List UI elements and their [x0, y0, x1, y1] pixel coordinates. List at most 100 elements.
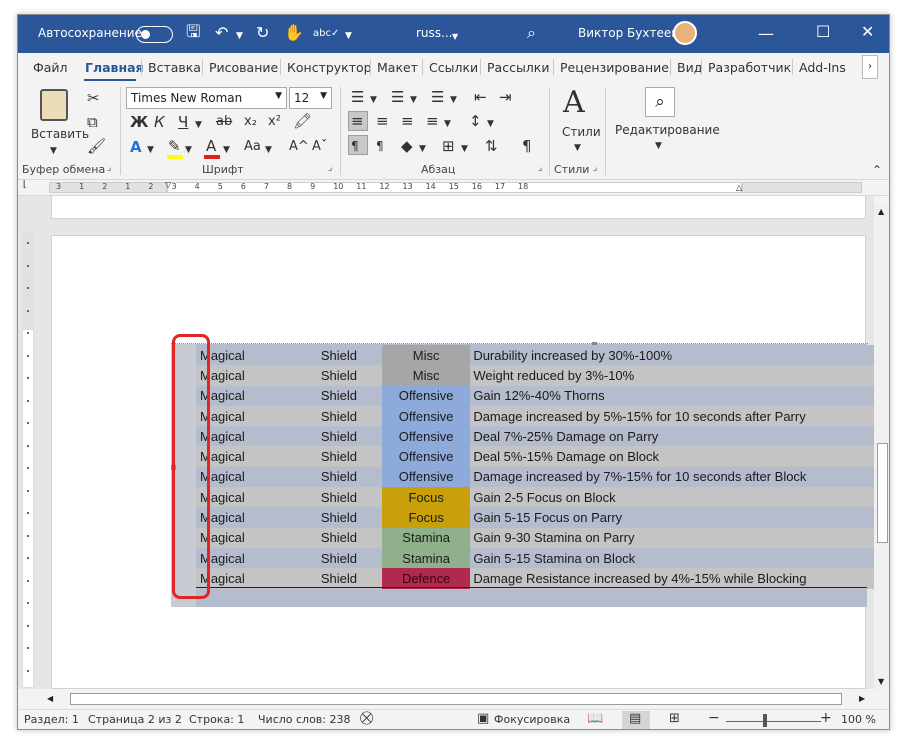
- editing-dropdown-icon[interactable]: ▼: [655, 137, 662, 155]
- undo-dropdown-icon[interactable]: ▼: [236, 27, 243, 45]
- superscript-button[interactable]: x²: [268, 113, 281, 131]
- tab-view[interactable]: Вид: [677, 60, 702, 75]
- tab-developer[interactable]: Разработчик: [708, 60, 791, 75]
- rtl-direction-icon[interactable]: ¶: [376, 137, 384, 155]
- customize-quick-access-icon[interactable]: ▼: [345, 27, 352, 45]
- format-painter-icon[interactable]: 🖌: [87, 137, 106, 155]
- cell-category[interactable]: Focus: [381, 487, 471, 508]
- cell-item[interactable]: Shield: [295, 487, 382, 508]
- table-row[interactable]: Magical Shield Defence Damage Resistance in…: [196, 568, 874, 589]
- scroll-right-icon[interactable]: ▶: [859, 694, 865, 703]
- focus-icon[interactable]: ▣: [477, 711, 489, 726]
- shrink-font-button[interactable]: Aˇ: [312, 138, 327, 156]
- subscript-button[interactable]: x₂: [244, 113, 257, 131]
- collapse-ribbon-icon[interactable]: ⌃: [872, 161, 882, 179]
- cell-type[interactable]: Magical: [196, 385, 296, 406]
- find-icon[interactable]: ⌕: [645, 87, 675, 117]
- cell-category[interactable]: Defence: [381, 568, 471, 589]
- redo-icon[interactable]: ↻: [256, 24, 269, 42]
- status-line[interactable]: Строка: 1: [189, 713, 244, 726]
- cell-type[interactable]: Magical: [196, 446, 296, 467]
- cell-category[interactable]: Offensive: [381, 466, 471, 488]
- tab-selector-icon[interactable]: ⌊: [23, 180, 27, 190]
- cell-type[interactable]: Magical: [196, 487, 296, 508]
- close-icon[interactable]: ✕: [861, 23, 874, 41]
- cell-type[interactable]: Magical: [196, 568, 296, 589]
- vertical-ruler[interactable]: [22, 233, 34, 688]
- cell-type[interactable]: Magical: [196, 365, 296, 386]
- horizontal-scroll-thumb[interactable]: [70, 693, 842, 705]
- cell-description[interactable]: Weight reduced by 3%-10%: [470, 365, 874, 386]
- tab-addins[interactable]: Add-Ins: [799, 60, 846, 75]
- document-name[interactable]: russ...: [416, 26, 453, 40]
- touch-mode-icon[interactable]: ✋: [284, 24, 304, 42]
- multilevel-dropdown-icon[interactable]: ▼: [450, 91, 457, 109]
- status-page[interactable]: Страница 2 из 2: [88, 713, 182, 726]
- change-case-button[interactable]: Aa: [244, 138, 261, 156]
- cell-item[interactable]: Shield: [295, 446, 382, 467]
- align-right-icon[interactable]: ≡: [401, 112, 414, 130]
- borders-icon[interactable]: ⊞: [442, 137, 455, 155]
- status-section[interactable]: Раздел: 1: [24, 713, 79, 726]
- save-icon[interactable]: 🖫: [186, 23, 200, 41]
- paste-icon[interactable]: [40, 89, 68, 121]
- show-marks-icon[interactable]: ¶: [522, 137, 532, 155]
- justify-icon[interactable]: ≡: [426, 112, 439, 130]
- cell-item[interactable]: Shield: [295, 527, 382, 548]
- shield-table[interactable]: Magical Shield Misc Durability increased by…: [196, 345, 874, 589]
- minimize-icon[interactable]: —: [758, 25, 774, 43]
- paste-dropdown-icon[interactable]: ▼: [50, 142, 57, 160]
- sort-icon[interactable]: ⇅: [485, 137, 498, 155]
- cell-category[interactable]: Offensive: [381, 405, 471, 427]
- cell-category[interactable]: Offensive: [381, 426, 471, 447]
- cell-category[interactable]: Misc: [381, 345, 471, 366]
- strikethrough-button[interactable]: ab: [216, 113, 232, 131]
- focus-mode-button[interactable]: Фокусировка: [494, 713, 570, 726]
- right-indent-icon[interactable]: △: [736, 183, 742, 192]
- bullets-icon[interactable]: ☰: [351, 88, 364, 106]
- cut-icon[interactable]: ✂: [87, 89, 100, 107]
- styles-dropdown-icon[interactable]: ▼: [574, 139, 581, 157]
- cell-item[interactable]: Shield: [295, 547, 382, 569]
- cell-item[interactable]: Shield: [295, 365, 382, 386]
- cell-description[interactable]: Gain 2-5 Focus on Block: [470, 487, 874, 508]
- change-case-dropdown-icon[interactable]: ▼: [265, 141, 272, 159]
- italic-button[interactable]: К: [154, 113, 165, 131]
- cell-description[interactable]: Durability increased by 30%-100%: [470, 345, 874, 366]
- font-size-combo[interactable]: 12 ▼: [289, 87, 332, 109]
- tab-review[interactable]: Рецензирование: [560, 60, 669, 75]
- align-center-icon[interactable]: ≡: [376, 112, 389, 130]
- proofing-icon[interactable]: ⛒: [360, 711, 373, 726]
- table-row[interactable]: Magical Shield Stamina Gain 9-30 Stamina on…: [196, 527, 874, 548]
- cell-description[interactable]: Gain 5-15 Stamina on Block: [470, 547, 874, 569]
- shading-icon[interactable]: ◆: [401, 137, 413, 155]
- bold-button[interactable]: Ж: [130, 113, 148, 131]
- table-row[interactable]: Magical Shield Offensive Damage increased b…: [196, 466, 874, 488]
- cell-description[interactable]: Gain 5-15 Focus on Parry: [470, 507, 874, 528]
- scroll-up-icon[interactable]: ▲: [878, 207, 884, 216]
- cell-item[interactable]: Shield: [295, 568, 382, 589]
- text-effects-icon[interactable]: A: [130, 138, 142, 156]
- horizontal-scrollbar[interactable]: ◀ ▶: [43, 689, 875, 709]
- shading-dropdown-icon[interactable]: ▼: [419, 140, 426, 158]
- zoom-slider-track[interactable]: [726, 721, 821, 722]
- cell-type[interactable]: Magical: [196, 405, 296, 427]
- line-spacing-icon[interactable]: ↕: [469, 112, 482, 130]
- font-color-icon[interactable]: A: [206, 137, 216, 155]
- table-row[interactable]: Magical Shield Offensive Gain 12%-40% Thorn…: [196, 385, 874, 406]
- cell-description[interactable]: Gain 12%-40% Thorns: [470, 385, 874, 406]
- cell-type[interactable]: Magical: [196, 527, 296, 548]
- font-name-combo[interactable]: Times New Roman ▼: [126, 87, 287, 109]
- cell-item[interactable]: Shield: [295, 405, 382, 427]
- clear-formatting-icon[interactable]: 🖍: [293, 112, 312, 130]
- cell-type[interactable]: Magical: [196, 466, 296, 488]
- scroll-down-icon[interactable]: ▼: [878, 677, 884, 686]
- increase-indent-icon[interactable]: ⇥: [499, 88, 512, 106]
- cell-category[interactable]: Focus: [381, 507, 471, 528]
- table-row[interactable]: Magical Shield Focus Gain 5-15 Focus on Par…: [196, 507, 874, 528]
- cell-description[interactable]: Deal 5%-15% Damage on Block: [470, 446, 874, 467]
- cell-item[interactable]: Shield: [295, 426, 382, 447]
- tab-mailings[interactable]: Рассылки: [487, 60, 549, 75]
- search-icon[interactable]: ⌕: [527, 24, 536, 42]
- cell-item[interactable]: Shield: [295, 466, 382, 488]
